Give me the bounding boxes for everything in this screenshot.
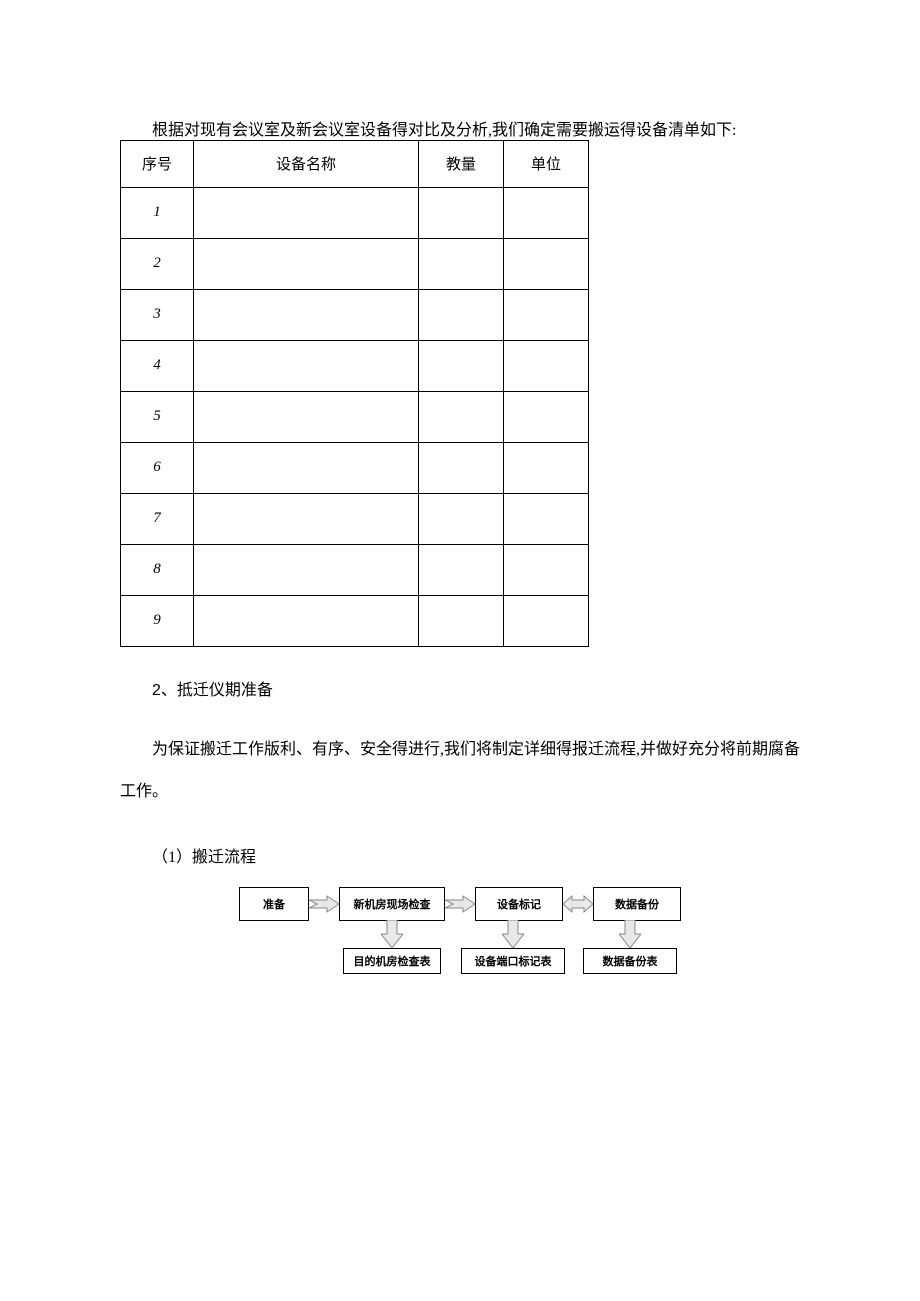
subsection-1-heading: （1）搬迁流程 xyxy=(120,843,800,867)
table-cell-seq: 9 xyxy=(121,595,194,646)
table-cell-name xyxy=(194,289,419,340)
table-cell-seq: 2 xyxy=(121,238,194,289)
table-row: 5 xyxy=(121,391,589,442)
table-cell-qty xyxy=(419,187,504,238)
flow-down-cell-1: 目的机房检查表 xyxy=(343,921,441,974)
flow-top-row: 准备 新机房现场检查 设备标记 数据备份 xyxy=(239,887,681,921)
flow-down-cell-2: 设备端口标记表 xyxy=(461,921,565,974)
flow-bottom-row: 目的机房检查表 设备端口标记表 数据备份表 xyxy=(243,921,677,974)
flow-box-check-sheet: 目的机房检查表 xyxy=(343,948,441,974)
flow-box-inspect: 新机房现场检查 xyxy=(339,887,445,921)
table-cell-qty xyxy=(419,595,504,646)
table-cell-seq: 8 xyxy=(121,544,194,595)
table-cell-name xyxy=(194,493,419,544)
table-row: 4 xyxy=(121,340,589,391)
table-cell-qty xyxy=(419,493,504,544)
table-cell-unit xyxy=(504,340,589,391)
flow-box-backup-sheet: 数据备份表 xyxy=(583,948,677,974)
flow-box-prepare: 准备 xyxy=(239,887,309,921)
table-cell-unit xyxy=(504,442,589,493)
table-cell-qty xyxy=(419,289,504,340)
section-2-number: 2 xyxy=(152,682,161,699)
table-body: 123456789 xyxy=(121,187,589,646)
table-cell-qty xyxy=(419,442,504,493)
table-cell-unit xyxy=(504,187,589,238)
arrow-down-icon xyxy=(377,919,407,949)
table-row: 1 xyxy=(121,187,589,238)
table-row: 6 xyxy=(121,442,589,493)
table-cell-unit xyxy=(504,493,589,544)
table-cell-seq: 4 xyxy=(121,340,194,391)
table-cell-qty xyxy=(419,391,504,442)
table-cell-name xyxy=(194,442,419,493)
table-row: 9 xyxy=(121,595,589,646)
flow-box-mark: 设备标记 xyxy=(475,887,563,921)
intro-paragraph: 根据对现有会议室及新会议室设备得对比及分析,我们确定需要搬运得设备清单如下: xyxy=(120,110,800,152)
table-cell-seq: 5 xyxy=(121,391,194,442)
table-cell-seq: 3 xyxy=(121,289,194,340)
table-cell-qty xyxy=(419,238,504,289)
table-row: 7 xyxy=(121,493,589,544)
table-cell-unit xyxy=(504,238,589,289)
table-cell-name xyxy=(194,595,419,646)
flow-box-backup: 数据备份 xyxy=(593,887,681,921)
table-cell-name xyxy=(194,544,419,595)
table-cell-unit xyxy=(504,595,589,646)
table-cell-name xyxy=(194,340,419,391)
table-cell-qty xyxy=(419,340,504,391)
table-cell-seq: 1 xyxy=(121,187,194,238)
table-cell-seq: 7 xyxy=(121,493,194,544)
section-2-paragraph: 为保证搬迁工作版利、有序、安全得进行,我们将制定详细得报迁流程,并做好充分将前期… xyxy=(120,729,800,812)
arrow-down-icon xyxy=(615,919,645,949)
arrow-right-icon xyxy=(309,887,339,921)
table-cell-unit xyxy=(504,391,589,442)
table-cell-name xyxy=(194,187,419,238)
equipment-table: 序号 设备名称 教量 单位 123456789 xyxy=(120,140,589,647)
table-cell-unit xyxy=(504,289,589,340)
section-2-title: 、抵迁仪期准备 xyxy=(161,682,273,699)
section-2-heading: 2、抵迁仪期准备 xyxy=(120,677,800,706)
document-page: 根据对现有会议室及新会议室设备得对比及分析,我们确定需要搬运得设备清单如下: 序… xyxy=(0,0,920,1174)
arrow-down-icon xyxy=(498,919,528,949)
flow-box-port-sheet: 设备端口标记表 xyxy=(461,948,565,974)
table-row: 2 xyxy=(121,238,589,289)
arrow-leftright-icon xyxy=(563,887,593,921)
table-row: 8 xyxy=(121,544,589,595)
table-cell-name xyxy=(194,238,419,289)
table-cell-name xyxy=(194,391,419,442)
flowchart: 准备 新机房现场检查 设备标记 数据备份 xyxy=(120,887,800,974)
flow-down-cell-3: 数据备份表 xyxy=(583,921,677,974)
table-cell-qty xyxy=(419,544,504,595)
table-cell-unit xyxy=(504,544,589,595)
arrow-right-icon xyxy=(445,887,475,921)
table-cell-seq: 6 xyxy=(121,442,194,493)
table-row: 3 xyxy=(121,289,589,340)
